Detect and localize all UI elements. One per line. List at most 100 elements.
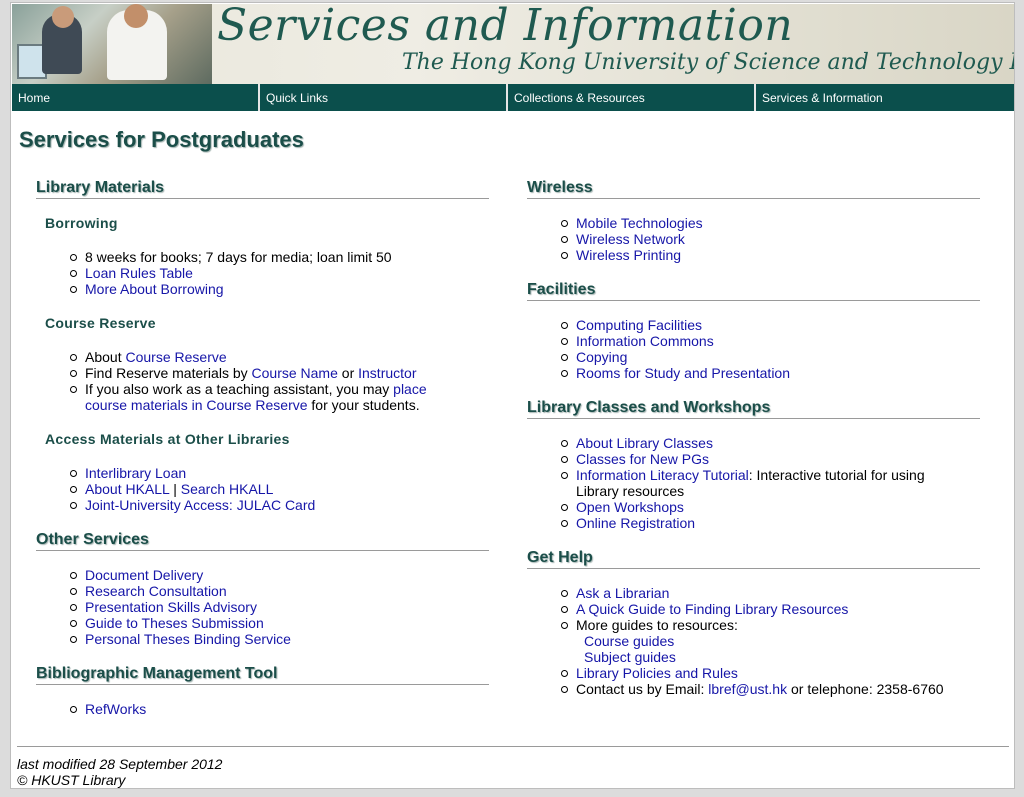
course-guides-link[interactable]: Course guides	[584, 633, 674, 649]
quick-guide-link[interactable]: A Quick Guide to Finding Library Resourc…	[576, 601, 848, 617]
list-item: About Course Reserve	[70, 349, 489, 365]
biblio-heading: Bibliographic Management Tool	[36, 665, 489, 685]
left-column: Library Materials Borrowing 8 weeks for …	[36, 179, 489, 735]
list-item: Wireless Network	[561, 231, 980, 247]
contact-suffix: or telephone: 2358-6760	[787, 681, 944, 697]
main-nav: Home Quick Links Collections & Resources…	[12, 84, 1014, 111]
course-reserve-list: About Course Reserve Find Reserve materi…	[70, 349, 489, 413]
copyright: © HKUST Library	[17, 772, 126, 788]
list-item: Information Commons	[561, 333, 980, 349]
right-column: Wireless Mobile Technologies Wireless Ne…	[527, 179, 980, 715]
facilities-list: Computing Facilities Information Commons…	[561, 317, 980, 381]
nav-services-information[interactable]: Services & Information	[756, 84, 1004, 111]
presentation-skills-link[interactable]: Presentation Skills Advisory	[85, 599, 257, 615]
about-hkall-link[interactable]: About HKALL	[85, 481, 169, 497]
list-item: If you also work as a teaching assistant…	[70, 381, 430, 413]
policies-rules-link[interactable]: Library Policies and Rules	[576, 665, 738, 681]
footer: last modified 28 September 2012 © HKUST …	[17, 756, 222, 788]
or-text: or	[337, 365, 359, 381]
list-item: Library Policies and Rules	[561, 665, 980, 681]
get-help-heading: Get Help	[527, 549, 980, 569]
about-classes-link[interactable]: About Library Classes	[576, 435, 713, 451]
other-services-heading: Other Services	[36, 531, 489, 551]
list-item: About Library Classes	[561, 435, 980, 451]
new-pgs-classes-link[interactable]: Classes for New PGs	[576, 451, 709, 467]
course-reserve-link[interactable]: Course Reserve	[125, 349, 226, 365]
list-item: Loan Rules Table	[70, 265, 489, 281]
julac-card-link[interactable]: Joint-University Access: JULAC Card	[85, 497, 315, 513]
classes-list: About Library Classes Classes for New PG…	[561, 435, 980, 531]
more-borrowing-link[interactable]: More About Borrowing	[85, 281, 224, 297]
banner-subtitle: The Hong Kong University of Science and …	[402, 50, 1014, 75]
interlibrary-loan-link[interactable]: Interlibrary Loan	[85, 465, 186, 481]
more-guides-text: More guides to resources:	[576, 617, 738, 633]
classes-heading: Library Classes and Workshops	[527, 399, 980, 419]
other-libraries-list: Interlibrary Loan About HKALL | Search H…	[70, 465, 489, 513]
list-item: Personal Theses Binding Service	[70, 631, 489, 647]
literacy-tutorial-link[interactable]: Information Literacy Tutorial	[576, 467, 749, 483]
get-help-list: Ask a Librarian A Quick Guide to Finding…	[561, 585, 980, 697]
study-rooms-link[interactable]: Rooms for Study and Presentation	[576, 365, 790, 381]
wireless-heading: Wireless	[527, 179, 980, 199]
nav-collections-resources[interactable]: Collections & Resources	[508, 84, 756, 111]
list-item: Classes for New PGs	[561, 451, 980, 467]
borrowing-list: 8 weeks for books; 7 days for media; loa…	[70, 249, 489, 297]
refworks-link[interactable]: RefWorks	[85, 701, 146, 717]
wireless-printing-link[interactable]: Wireless Printing	[576, 247, 681, 263]
nav-quick-links[interactable]: Quick Links	[260, 84, 508, 111]
page-container: Services and Information The Hong Kong U…	[10, 2, 1015, 789]
online-registration-link[interactable]: Online Registration	[576, 515, 695, 531]
list-item: RefWorks	[70, 701, 489, 717]
list-item: Find Reserve materials by Course Name or…	[70, 365, 489, 381]
wireless-network-link[interactable]: Wireless Network	[576, 231, 685, 247]
theses-submission-link[interactable]: Guide to Theses Submission	[85, 615, 264, 631]
copying-link[interactable]: Copying	[576, 349, 627, 365]
email-link[interactable]: lbref@ust.hk	[708, 681, 787, 697]
list-item: Document Delivery	[70, 567, 489, 583]
ask-librarian-link[interactable]: Ask a Librarian	[576, 585, 669, 601]
list-item: More guides to resources:	[561, 617, 980, 633]
list-item: Interlibrary Loan	[70, 465, 489, 481]
list-item: A Quick Guide to Finding Library Resourc…	[561, 601, 980, 617]
research-consultation-link[interactable]: Research Consultation	[85, 583, 227, 599]
list-item: Guide to Theses Submission	[70, 615, 489, 631]
banner: Services and Information The Hong Kong U…	[12, 4, 1014, 84]
course-name-link[interactable]: Course Name	[252, 365, 338, 381]
list-item: About HKALL | Search HKALL	[70, 481, 489, 497]
about-prefix: About	[85, 349, 126, 365]
other-services-list: Document Delivery Research Consultation …	[70, 567, 489, 647]
list-item: Computing Facilities	[561, 317, 980, 333]
search-hkall-link[interactable]: Search HKALL	[181, 481, 274, 497]
list-item: Copying	[561, 349, 980, 365]
list-item: Open Workshops	[561, 499, 980, 515]
list-item: Wireless Printing	[561, 247, 980, 263]
instructor-link[interactable]: Instructor	[358, 365, 416, 381]
nav-home[interactable]: Home	[12, 84, 260, 111]
banner-title: Services and Information	[217, 4, 794, 51]
loan-rules-link[interactable]: Loan Rules Table	[85, 265, 193, 281]
document-delivery-link[interactable]: Document Delivery	[85, 567, 203, 583]
list-item: Research Consultation	[70, 583, 489, 599]
list-item: Ask a Librarian	[561, 585, 980, 601]
course-reserve-heading: Course Reserve	[45, 315, 156, 331]
find-prefix: Find Reserve materials by	[85, 365, 252, 381]
library-materials-heading: Library Materials	[36, 179, 489, 199]
ta-suffix: for your students.	[307, 397, 420, 413]
list-item: Subject guides	[561, 649, 980, 665]
other-libraries-heading: Access Materials at Other Libraries	[45, 431, 290, 447]
list-item: 8 weeks for books; 7 days for media; loa…	[70, 249, 489, 265]
borrowing-heading: Borrowing	[45, 215, 118, 231]
open-workshops-link[interactable]: Open Workshops	[576, 499, 684, 515]
footer-divider	[17, 746, 1009, 747]
computing-facilities-link[interactable]: Computing Facilities	[576, 317, 702, 333]
wireless-list: Mobile Technologies Wireless Network Wir…	[561, 215, 980, 263]
page-title: Services for Postgraduates	[19, 127, 304, 152]
list-item: Presentation Skills Advisory	[70, 599, 489, 615]
information-commons-link[interactable]: Information Commons	[576, 333, 714, 349]
banner-photo	[12, 4, 212, 84]
theses-binding-link[interactable]: Personal Theses Binding Service	[85, 631, 291, 647]
mobile-technologies-link[interactable]: Mobile Technologies	[576, 215, 703, 231]
list-item: Information Literacy Tutorial: Interacti…	[561, 467, 931, 499]
list-item: More About Borrowing	[70, 281, 489, 297]
subject-guides-link[interactable]: Subject guides	[584, 649, 676, 665]
